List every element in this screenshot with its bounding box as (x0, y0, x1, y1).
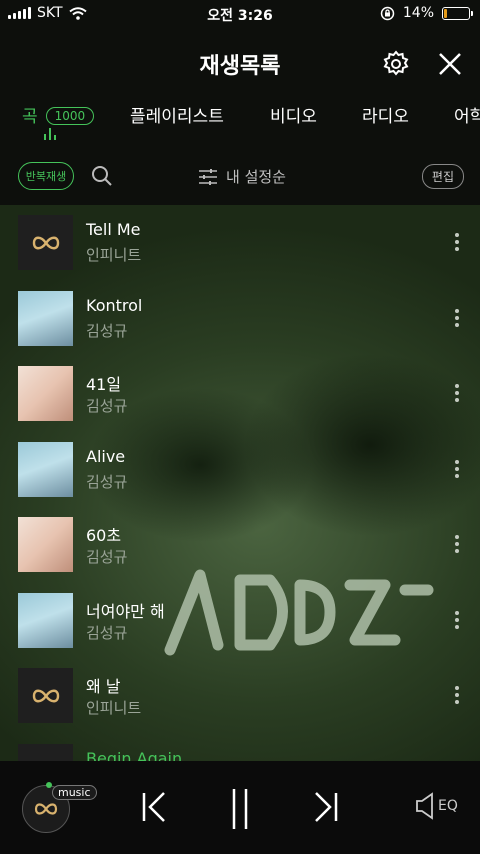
song-row[interactable]: Kontrol 김성규 (0, 281, 480, 356)
more-options-icon[interactable] (454, 535, 460, 553)
tab-video[interactable]: 비디오 (270, 102, 317, 127)
song-row[interactable]: 너여야만 해김성규 (0, 583, 480, 658)
song-row[interactable]: 41일김성규 (0, 356, 480, 431)
song-title: Tell Me (86, 220, 141, 239)
battery-fill (444, 8, 448, 18)
next-icon (315, 792, 338, 822)
song-title: 왜 날 (86, 677, 121, 696)
close-icon (439, 53, 461, 75)
battery-icon (442, 6, 473, 20)
song-count-badge: 1000 (45, 107, 95, 125)
infinity-logo-icon (32, 689, 59, 702)
song-title: Begin Again (86, 748, 183, 762)
album-art (18, 668, 73, 723)
song-row[interactable]: Begin Again (0, 734, 480, 762)
now-playing-indicator-icon (44, 128, 56, 140)
speaker-icon (416, 792, 433, 820)
album-art (18, 743, 73, 761)
previous-button[interactable] (140, 787, 168, 831)
tab-playlist[interactable]: 플레이리스트 (130, 102, 224, 127)
infinity-logo-icon (32, 236, 59, 249)
settings-button[interactable] (380, 48, 412, 80)
edit-button[interactable]: 편집 (421, 164, 464, 189)
search-icon (92, 166, 112, 186)
player-bar: music EQ (0, 761, 480, 854)
search-button[interactable] (90, 164, 114, 192)
status-right: 14% (380, 5, 473, 21)
album-art (18, 592, 73, 648)
more-options-icon[interactable] (454, 308, 460, 327)
album-art (18, 215, 73, 270)
sort-label: 내 설정순 (226, 168, 286, 186)
song-artist: 김성규 (86, 472, 128, 491)
song-row[interactable]: 왜 날인피니트 (0, 658, 480, 733)
previous-icon (142, 792, 165, 822)
album-art (18, 366, 73, 421)
album-art (18, 441, 73, 497)
song-artist: 김성규 (86, 321, 128, 340)
tab-songs[interactable]: 곡 1000 (22, 102, 95, 127)
sliders-icon (199, 168, 217, 185)
status-bar: SKT 오전 3:26 14% (0, 0, 480, 28)
rotation-lock-icon (380, 6, 395, 20)
infinity-logo-icon (34, 803, 58, 815)
music-badge-dot (46, 782, 52, 788)
sort-selector[interactable]: 내 설정순 (198, 166, 286, 187)
header: 재생목록 (0, 36, 480, 92)
more-options-icon[interactable] (454, 459, 460, 478)
eq-label: EQ (438, 798, 458, 814)
pause-icon (232, 789, 248, 829)
song-artist: 인피니트 (86, 246, 142, 264)
more-options-icon[interactable] (454, 610, 460, 629)
song-row[interactable]: Tell Me 인피니트 (0, 205, 480, 280)
next-button[interactable] (312, 787, 340, 831)
more-options-icon[interactable] (454, 233, 460, 251)
pause-button[interactable] (226, 787, 254, 835)
tab-radio[interactable]: 라디오 (362, 102, 409, 127)
more-options-icon[interactable] (454, 384, 460, 402)
song-row[interactable]: Alive 김성규 (0, 432, 480, 507)
tab-bar: 곡 1000 플레이리스트 비디오 라디오 어학 (0, 98, 480, 146)
list-controls: 반복재생 내 설정순 편집 (0, 156, 480, 202)
tab-songs-label: 곡 (22, 107, 38, 127)
battery-percent: 14% (402, 5, 434, 21)
song-artist: 김성규 (86, 623, 128, 642)
equalizer-button[interactable]: EQ (414, 791, 458, 821)
album-art (18, 290, 73, 346)
song-row[interactable]: 60초김성규 (0, 507, 480, 582)
song-title: 60초 (86, 526, 122, 545)
song-artist: 김성규 (86, 548, 128, 566)
repeat-button[interactable]: 반복재생 (18, 162, 74, 190)
more-options-icon[interactable] (454, 686, 460, 704)
music-badge: music (52, 785, 97, 800)
song-artist: 인피니트 (86, 699, 142, 717)
song-title: Kontrol (86, 295, 143, 315)
song-title: 너여야만 해 (86, 601, 165, 621)
gear-icon (383, 50, 409, 76)
song-list: Tell Me 인피니트 Kontrol 김성규 41일 김성규 Alive 김성규 60초 김성… (0, 205, 480, 761)
album-art (18, 517, 73, 572)
song-artist: 김성규 (86, 397, 128, 415)
song-title: Alive (86, 446, 126, 466)
tab-language[interactable]: 어학 (454, 102, 480, 127)
song-title: 41일 (86, 375, 122, 394)
close-button[interactable] (434, 48, 466, 80)
repeat-label: 반복재생 (25, 170, 67, 183)
